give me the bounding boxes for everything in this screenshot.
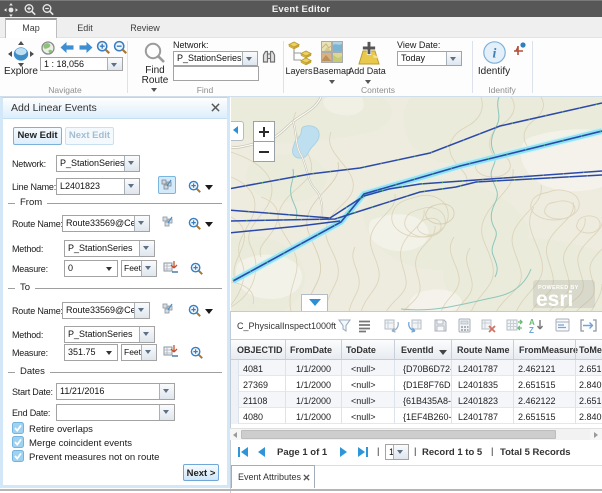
svg-text:Z: Z (529, 326, 534, 333)
svg-text:esri: esri (536, 288, 573, 311)
svg-text:i: i (493, 47, 497, 62)
